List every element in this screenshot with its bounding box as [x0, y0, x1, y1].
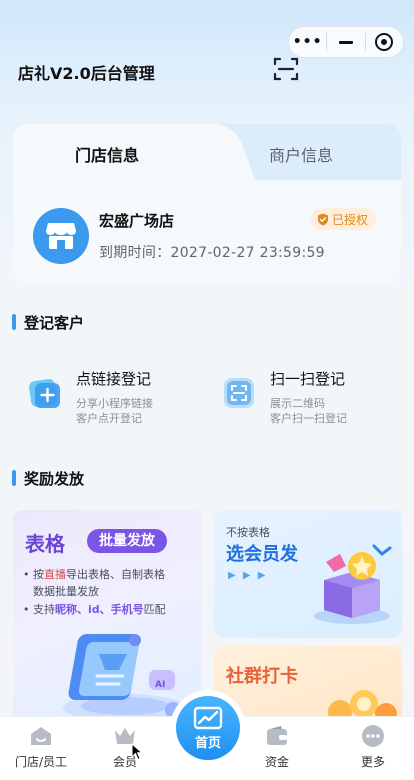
store-card-body: 宏盛广场店 到期时间：2027-02-27 23:59:59 已授权 [13, 180, 401, 284]
table-card-line1-pre: • 按 [23, 568, 44, 581]
link-register-desc: 分享小程序链接 客户点开登记 [76, 396, 153, 426]
capsule-more-button[interactable]: ••• [289, 27, 326, 57]
scan-register-desc: 展示二维码 客户扫一扫登记 [270, 396, 347, 426]
mouse-cursor-icon [131, 743, 143, 761]
gift-box-illustration [314, 544, 392, 624]
table-card-line3-highlight: 昵称、id、手机号 [55, 603, 144, 616]
capsule-minimize-button[interactable] [327, 27, 364, 57]
chart-icon [193, 706, 223, 729]
ai-label: AI [155, 680, 166, 690]
link-register-entry[interactable]: 点链接登记 分享小程序链接 客户点开登记 [28, 364, 198, 434]
link-register-desc-line1: 分享小程序链接 [76, 397, 153, 410]
link-register-title: 点链接登记 [76, 370, 152, 388]
member-card-title: 选会员发 [226, 544, 298, 565]
tab-merchant-info[interactable]: 商户信息 [269, 142, 333, 166]
register-section-title: 登记客户 [12, 312, 84, 333]
shield-check-icon [318, 213, 328, 225]
scan-icon[interactable] [273, 56, 299, 82]
wallet-icon [264, 723, 290, 749]
table-card-line3-pre: • 支持 [23, 603, 55, 616]
more-dots-icon: ••• [292, 34, 323, 50]
close-target-icon [375, 33, 394, 51]
minimize-icon [339, 40, 353, 44]
scan-register-icon [224, 378, 254, 408]
expire-label: 到期时间： [99, 245, 171, 261]
nav-funds[interactable]: 资金 [242, 723, 312, 770]
table-card-line3-post: 匹配 [143, 603, 166, 616]
member-card-subtitle: 不按表格 [226, 526, 270, 539]
table-card-line1-highlight: 直播 [44, 568, 66, 581]
home-button[interactable]: 首页 [176, 696, 240, 760]
capsule-close-button[interactable] [366, 27, 403, 57]
reward-section-title: 奖励发放 [12, 468, 84, 489]
select-member-reward-card[interactable]: 不按表格 选会员发 ▶ ▶ ▶ [214, 510, 402, 638]
top-bar: 店礼V2.0后台管理 ••• [0, 0, 414, 110]
expire-time: 到期时间：2027-02-27 23:59:59 [99, 242, 325, 262]
checkin-card-title: 社群打卡 [226, 666, 298, 687]
table-card-title: 表格 [25, 532, 65, 556]
nav-home[interactable]: 首页 [170, 690, 246, 766]
authorized-badge: 已授权 [311, 208, 377, 230]
nav-members[interactable]: 会员 [90, 723, 160, 770]
store-name: 宏盛广场店 [99, 212, 175, 230]
arrows-icon: ▶ ▶ ▶ [228, 570, 268, 581]
authorized-label: 已授权 [332, 212, 369, 227]
nav-store-staff[interactable]: 门店/员工 [6, 723, 76, 770]
nav-home-label: 首页 [194, 735, 221, 751]
nav-more-label: 更多 [360, 755, 385, 769]
app-title: 店礼V2.0后台管理 [18, 64, 155, 83]
scan-register-desc-line2: 客户扫一扫登记 [270, 412, 347, 425]
batch-issue-pill: 批量发放 [87, 529, 167, 553]
link-register-desc-line2: 客户点开登记 [76, 412, 142, 425]
scan-register-title: 扫一扫登记 [270, 370, 346, 388]
tab-store-info[interactable]: 门店信息 [75, 142, 139, 166]
table-card-line1: • 按直播导出表格、自制表格 [23, 566, 165, 583]
store-avatar-icon [33, 208, 89, 264]
table-batch-reward-card[interactable]: 表格 批量发放 • 按直播导出表格、自制表格 数据批量发放 • 支持昵称、id、… [13, 510, 202, 720]
scan-register-entry[interactable]: 扫一扫登记 展示二维码 客户扫一扫登记 [222, 364, 392, 434]
store-info-card: 门店信息 商户信息 宏盛广场店 到期时间：2027-02-27 23:59:59… [13, 124, 401, 284]
table-card-line1-post: 导出表格、自制表格 [66, 568, 165, 581]
more-icon [360, 723, 386, 749]
miniprogram-capsule: ••• [288, 26, 404, 58]
link-register-icon [29, 379, 60, 408]
spreadsheet-illustration [63, 634, 187, 720]
store-staff-icon [28, 723, 54, 749]
table-card-line2: 数据批量发放 [33, 585, 99, 598]
expire-value: 2027-02-27 23:59:59 [170, 245, 325, 261]
nav-store-staff-label: 门店/员工 [14, 755, 68, 769]
table-card-line3: • 支持昵称、id、手机号匹配 [23, 601, 166, 618]
nav-funds-label: 资金 [264, 755, 289, 769]
nav-more[interactable]: 更多 [338, 723, 408, 770]
scan-register-desc-line1: 展示二维码 [270, 397, 325, 410]
